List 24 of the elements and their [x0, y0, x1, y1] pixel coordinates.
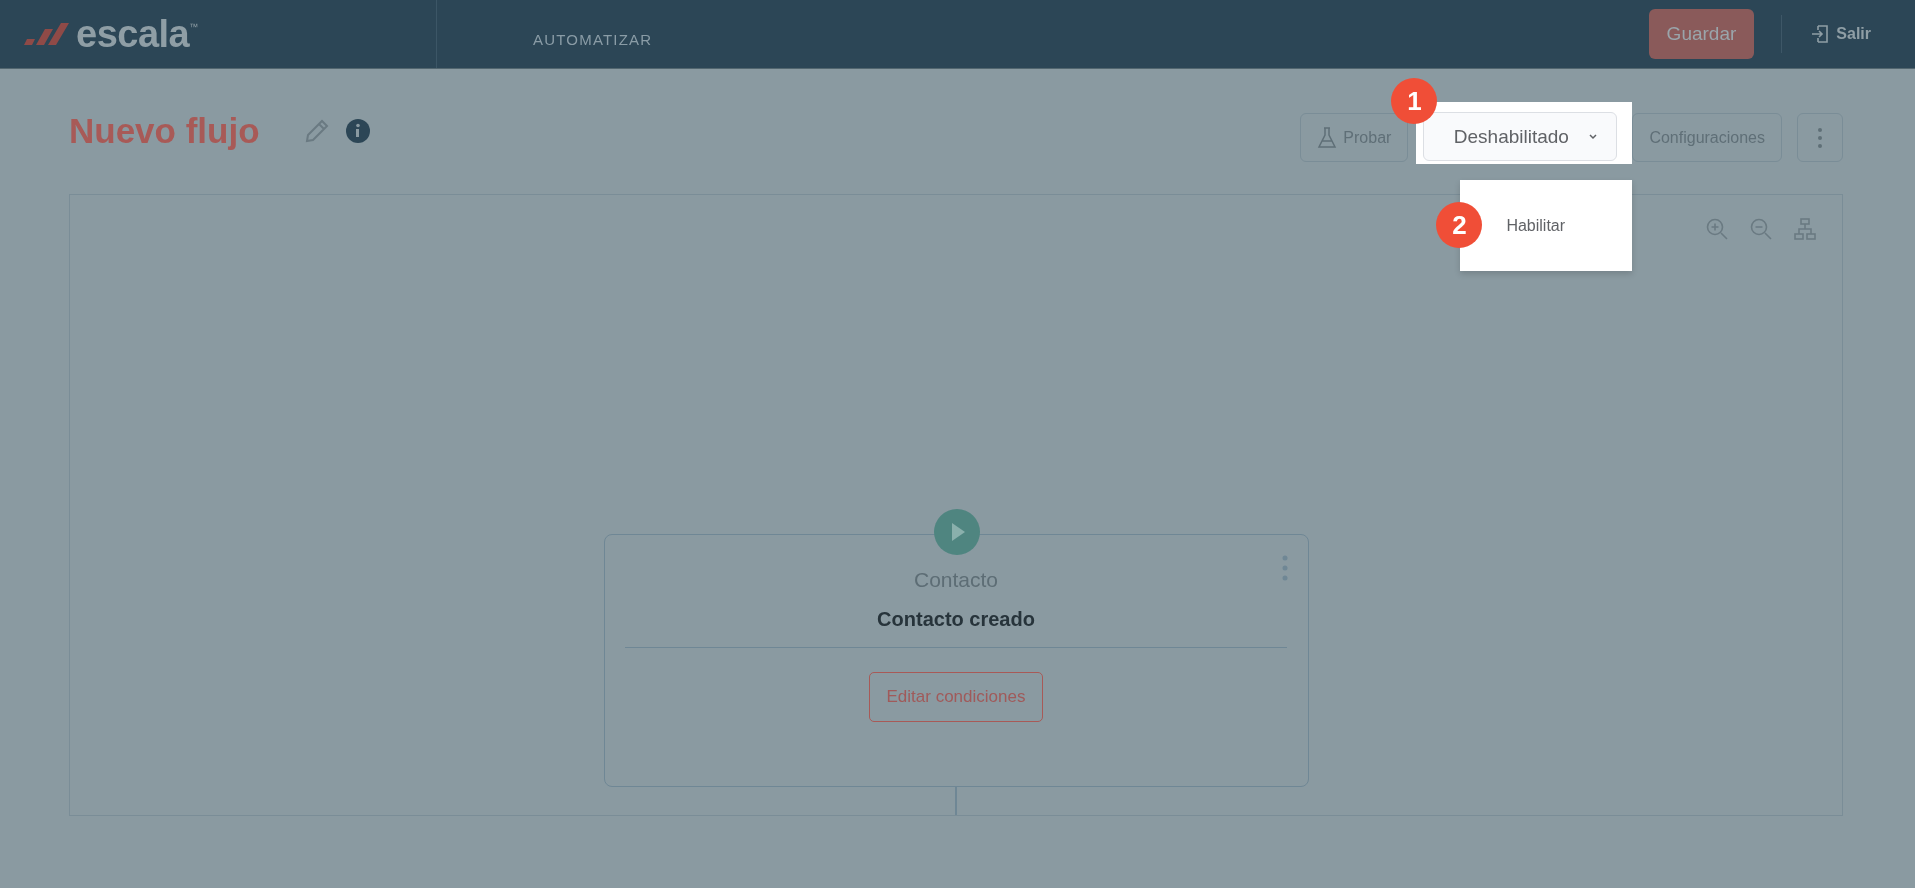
edit-conditions-button[interactable]: Editar condiciones — [868, 672, 1044, 722]
status-dropdown[interactable]: Deshabilitado — [1423, 112, 1618, 161]
flask-icon — [1317, 126, 1338, 149]
more-button[interactable] — [1797, 113, 1843, 162]
step-badge: 2 — [1436, 202, 1483, 248]
node-title: Contacto creado — [877, 608, 1035, 631]
more-icon — [1817, 126, 1823, 149]
logo-text: escala — [76, 12, 190, 56]
logo-bars-icon — [22, 23, 72, 45]
logout-button[interactable]: Salir — [1810, 24, 1871, 44]
save-button[interactable]: Guardar — [1648, 9, 1755, 59]
more-icon[interactable] — [1281, 555, 1288, 581]
info-icon[interactable] — [345, 119, 370, 143]
zoom-out-icon[interactable] — [1750, 218, 1772, 240]
step-badge: 1 — [1391, 78, 1438, 124]
trademark-sign: ™ — [189, 22, 199, 32]
exit-icon — [1810, 24, 1831, 44]
section-title: AUTOMATIZAR — [533, 30, 653, 48]
flow-title: Nuevo flujo — [69, 111, 260, 151]
chevron-down-icon — [1586, 132, 1599, 141]
play-icon — [933, 509, 980, 555]
hierarchy-icon[interactable] — [1794, 218, 1816, 240]
zoom-in-icon[interactable] — [1706, 218, 1728, 240]
menu-item[interactable]: Habilitar — [1506, 216, 1566, 235]
